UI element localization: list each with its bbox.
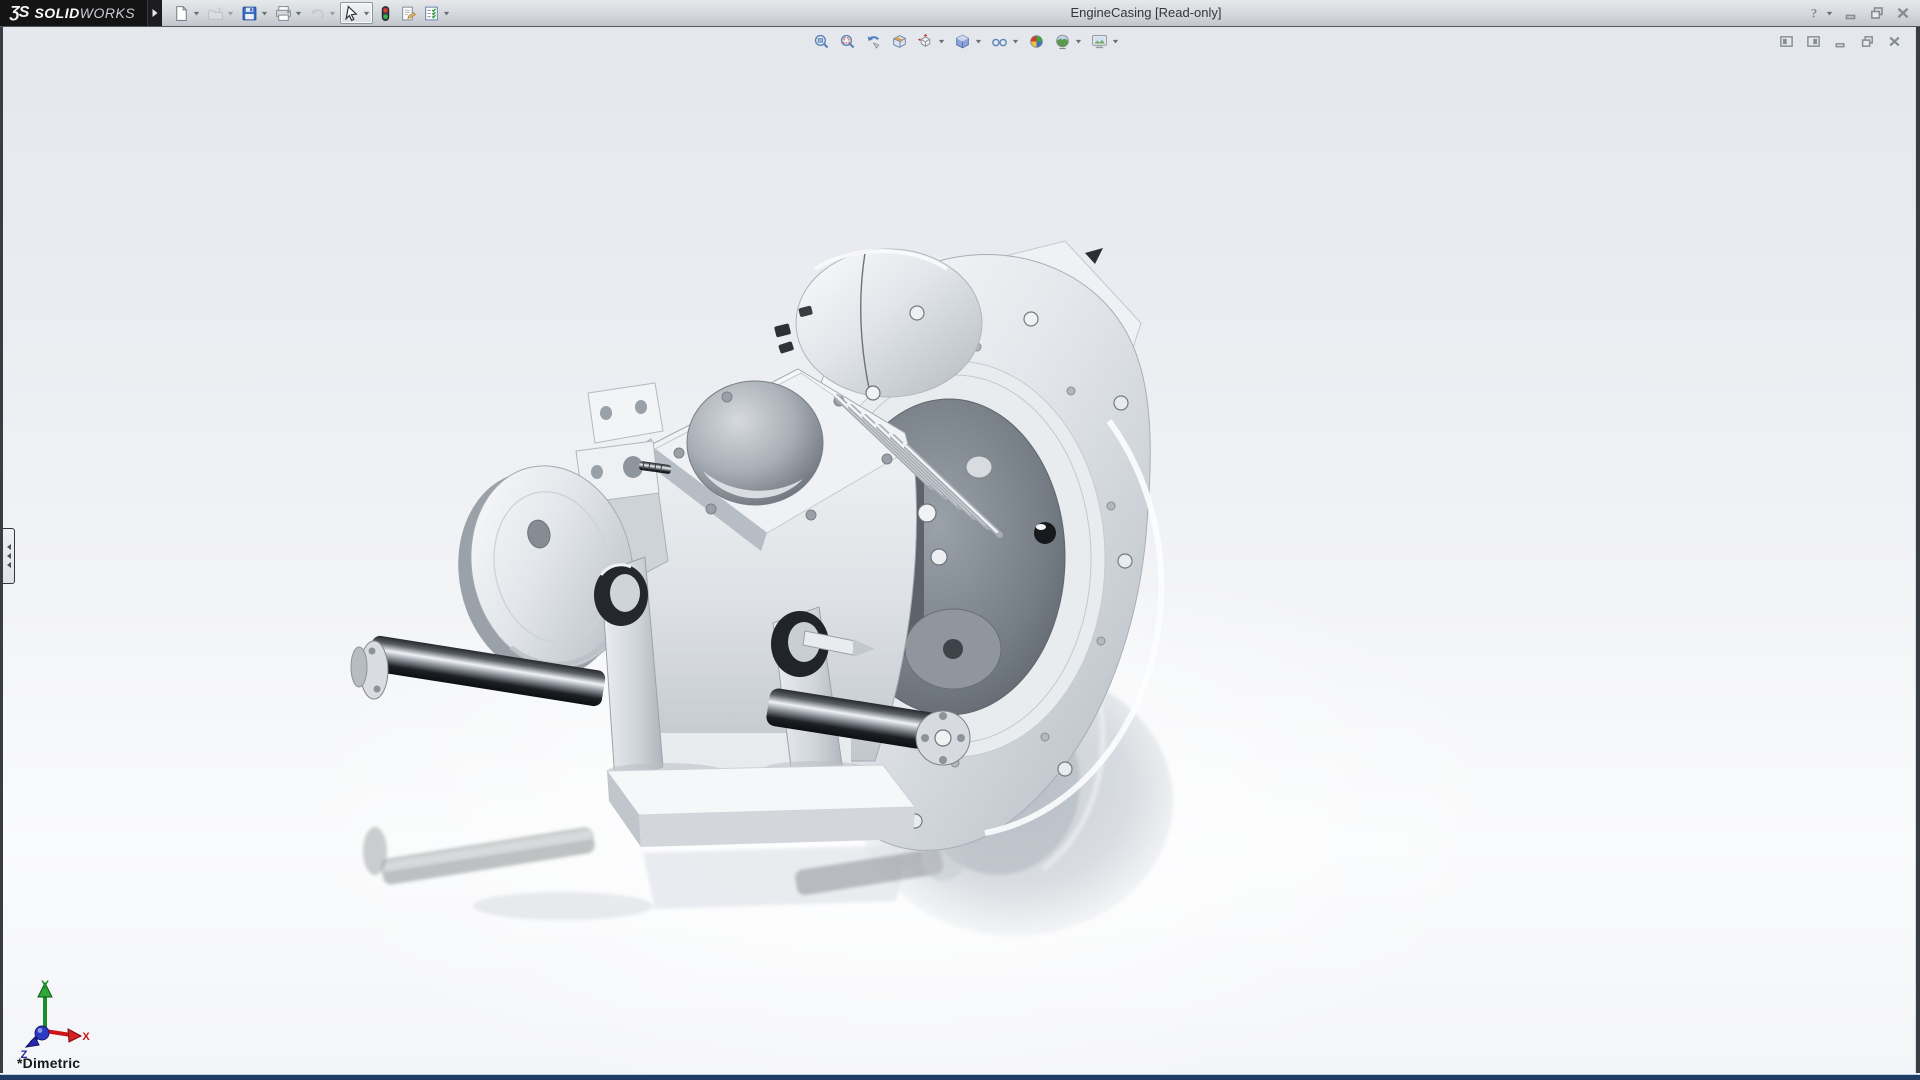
file-properties-button[interactable] <box>397 2 419 24</box>
rebuild-icon <box>375 3 395 23</box>
edit-appearance-icon <box>1026 31 1047 52</box>
open-document-button <box>204 2 237 24</box>
document-window-controls <box>1776 31 1904 51</box>
display-style-dropdown[interactable] <box>973 32 984 52</box>
view-orientation-label: *Dimetric <box>17 1055 80 1071</box>
window-controls: ? <box>1803 0 1914 26</box>
print-dropdown[interactable] <box>293 3 304 23</box>
doc-restore-icon <box>1858 32 1876 50</box>
brand-name-solid: SOLID <box>34 5 79 21</box>
previous-view-button[interactable] <box>862 30 885 53</box>
save-icon <box>239 3 259 23</box>
options-button[interactable] <box>420 2 453 24</box>
select-icon <box>341 3 361 23</box>
menu-flyout-arrow[interactable] <box>147 0 162 26</box>
file-properties-icon <box>398 3 418 23</box>
print-button[interactable] <box>272 2 305 24</box>
display-style-button[interactable] <box>951 30 985 53</box>
solidworks-logo: ƷS SOLID WORKS <box>0 0 147 26</box>
minimize-button[interactable] <box>1840 2 1862 24</box>
chevron-left-icon <box>7 562 11 568</box>
undo-icon <box>307 3 327 23</box>
view-settings-button[interactable] <box>1088 30 1122 53</box>
new-document-icon <box>171 3 191 23</box>
doc-restore-button[interactable] <box>1857 31 1877 51</box>
undo-dropdown[interactable] <box>327 3 338 23</box>
reference-triad: Y X Z <box>13 977 91 1061</box>
open-document-dropdown[interactable] <box>225 3 236 23</box>
zoom-to-fit-icon <box>811 31 832 52</box>
brand-name-works: WORKS <box>80 5 135 21</box>
restore-icon <box>1867 3 1887 23</box>
engine-casing-model[interactable] <box>3 27 1916 1073</box>
help-icon: ? <box>1804 3 1824 23</box>
dassault-logo-mark: ƷS <box>10 4 28 22</box>
help-dropdown[interactable] <box>1824 3 1835 23</box>
close-icon <box>1893 3 1913 23</box>
pane-left-button[interactable] <box>1776 31 1796 51</box>
apply-scene-dropdown[interactable] <box>1073 32 1084 52</box>
previous-view-icon <box>863 31 884 52</box>
close-button[interactable] <box>1892 2 1914 24</box>
pane-right-icon <box>1804 32 1822 50</box>
base-plate <box>607 761 915 847</box>
apply-scene-button[interactable] <box>1051 30 1085 53</box>
zoom-to-area-button[interactable] <box>836 30 859 53</box>
section-view-button[interactable] <box>888 30 911 53</box>
right-arrow-icon <box>151 8 159 18</box>
view-settings-icon <box>1089 31 1110 52</box>
doc-close-icon <box>1885 32 1903 50</box>
display-style-icon <box>952 31 973 52</box>
svg-text:?: ? <box>1811 6 1818 21</box>
open-document-icon <box>205 3 225 23</box>
hide-show-items-dropdown[interactable] <box>1010 32 1021 52</box>
print-icon <box>273 3 293 23</box>
new-document-dropdown[interactable] <box>191 3 202 23</box>
view-orientation-dropdown[interactable] <box>936 32 947 52</box>
window-title: EngineCasing [Read-only] <box>1070 0 1221 26</box>
chevron-left-icon <box>7 553 11 559</box>
doc-minimize-button[interactable] <box>1830 31 1850 51</box>
chevron-left-icon <box>7 544 11 550</box>
graphics-viewport[interactable]: Y X Z *Dimetric <box>0 27 1920 1073</box>
new-document-button[interactable] <box>170 2 203 24</box>
restore-button[interactable] <box>1866 2 1888 24</box>
save-dropdown[interactable] <box>259 3 270 23</box>
view-orientation-icon <box>915 31 936 52</box>
view-settings-dropdown[interactable] <box>1110 32 1121 52</box>
select-dropdown[interactable] <box>361 3 372 23</box>
pane-right-button[interactable] <box>1803 31 1823 51</box>
view-orientation-button[interactable] <box>914 30 948 53</box>
edit-appearance-button[interactable] <box>1025 30 1048 53</box>
options-dropdown[interactable] <box>441 3 452 23</box>
options-icon <box>421 3 441 23</box>
hide-show-items-button[interactable] <box>988 30 1022 53</box>
status-bar-edge <box>0 1073 1920 1080</box>
hide-show-items-icon <box>989 31 1010 52</box>
undo-button <box>306 2 339 24</box>
zoom-to-area-icon <box>837 31 858 52</box>
help-button[interactable]: ? <box>1803 2 1836 24</box>
y-axis-label: Y <box>41 978 49 992</box>
section-view-icon <box>889 31 910 52</box>
featuremanager-collapsed-tab[interactable] <box>3 528 15 584</box>
doc-minimize-icon <box>1831 32 1849 50</box>
select-button[interactable] <box>340 2 373 24</box>
doc-close-button[interactable] <box>1884 31 1904 51</box>
main-toolbar <box>170 2 453 24</box>
zoom-to-fit-button[interactable] <box>810 30 833 53</box>
apply-scene-icon <box>1052 31 1073 52</box>
pane-left-icon <box>1777 32 1795 50</box>
rebuild-button[interactable] <box>374 2 396 24</box>
headsup-view-toolbar <box>810 30 1122 53</box>
minimize-icon <box>1841 3 1861 23</box>
solidworks-window: { "app": { "brand_mark": "ƷS", "brand_bo… <box>0 0 1920 1080</box>
title-bar: ƷS SOLID WORKS EngineCasing [Read-only] … <box>0 0 1920 27</box>
save-button[interactable] <box>238 2 271 24</box>
x-axis-label: X <box>82 1031 90 1043</box>
